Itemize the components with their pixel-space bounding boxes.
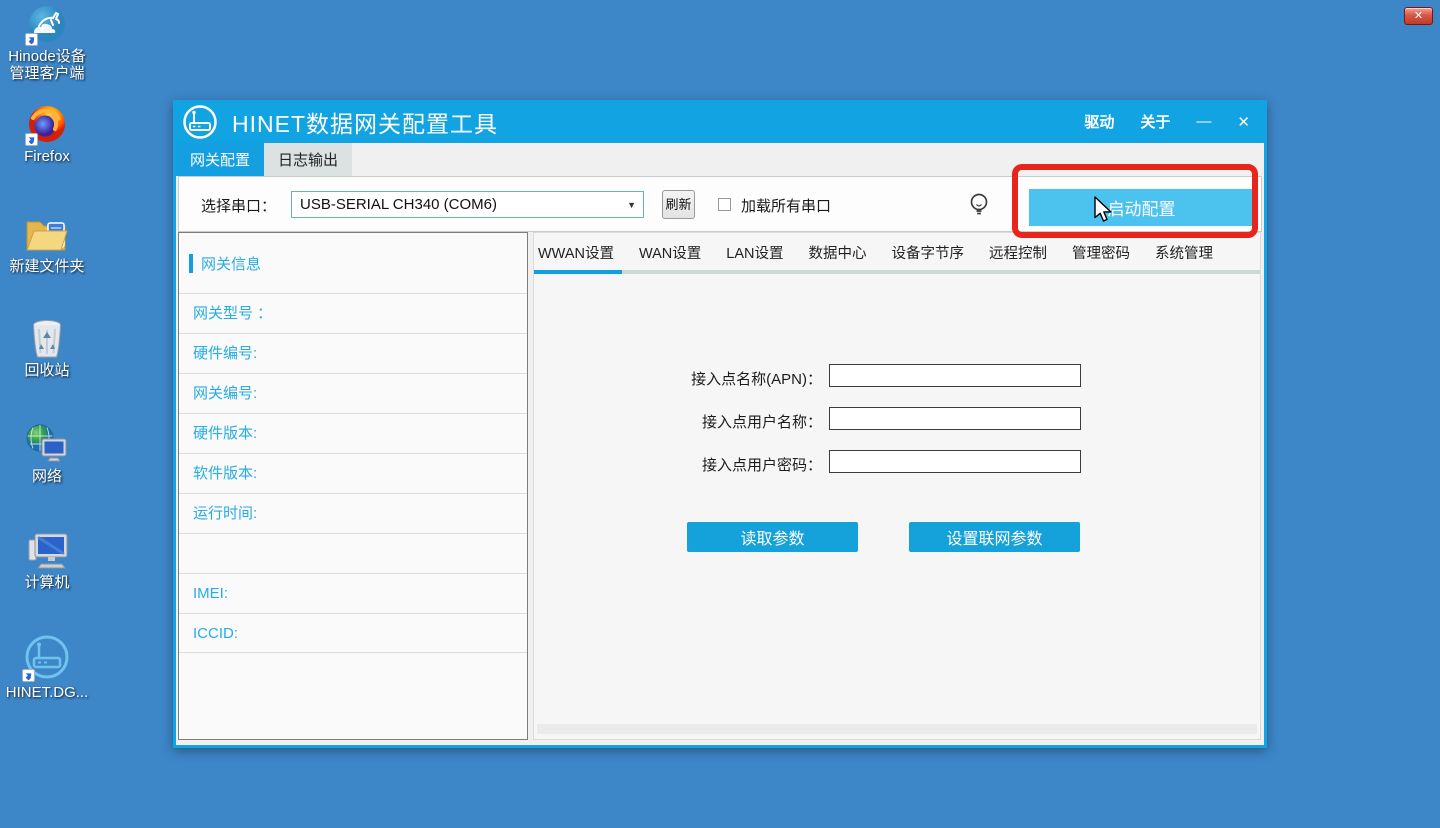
desktop-icon-firefox[interactable]: Firefox <box>0 104 94 165</box>
desktop-icon-label: Hinode设备 <box>0 48 94 65</box>
tab-remote-control[interactable]: 远程控制 <box>989 242 1047 263</box>
info-item-gw-no: 网关编号: <box>179 373 527 413</box>
info-item-uptime: 运行时间: <box>179 493 527 533</box>
about-menu-button[interactable]: 关于 <box>1140 111 1170 132</box>
tab-underline-track <box>534 270 1260 274</box>
computer-icon <box>27 530 67 570</box>
gateway-info-panel: 网关信息 网关型号 ： 硬件编号: 网关编号: 硬件版本: 软件版本: 运行时间… <box>178 232 528 740</box>
apn-password-label: 接入点用户密码： <box>592 454 822 475</box>
tab-byte-order[interactable]: 设备字节序 <box>892 242 965 263</box>
desktop-icon-label: 回收站 <box>0 362 94 379</box>
apn-name-label: 接入点名称(APN)： <box>592 368 822 389</box>
recycle-bin-icon <box>27 318 67 358</box>
apn-username-input[interactable] <box>829 407 1081 430</box>
tab-wan-settings[interactable]: WAN设置 <box>639 242 701 263</box>
start-config-button[interactable]: 启动配置 <box>1029 189 1254 226</box>
info-item-imei: IMEI: <box>179 573 527 613</box>
load-all-ports-checkbox[interactable] <box>718 198 731 211</box>
port-select-label: 选择串口： <box>201 195 276 216</box>
network-icon <box>25 424 69 464</box>
main-tab-bar: 网关配置 日志输出 <box>176 143 352 176</box>
info-item-blank <box>179 533 527 573</box>
config-tab-bar: WWAN设置 WAN设置 LAN设置 数据中心 设备字节序 远程控制 管理密码 … <box>538 242 1213 263</box>
info-item-hw-ver: 硬件版本: <box>179 413 527 453</box>
close-icon[interactable]: ✕ <box>1237 113 1250 131</box>
desktop-icon-label: 管理客户端 <box>0 65 94 82</box>
app-window: HINET数据网关配置工具 驱动 关于 — ✕ 网关配置 日志输出 选择串口： … <box>173 100 1267 748</box>
driver-menu-button[interactable]: 驱动 <box>1084 111 1114 132</box>
desktop-icon-network[interactable]: 网络 <box>0 424 94 485</box>
shortcut-arrow-icon <box>25 133 38 146</box>
tab-log-output[interactable]: 日志输出 <box>264 143 352 176</box>
desktop-icon-hinode-client[interactable]: Hinode设备 管理客户端 <box>0 4 94 82</box>
port-select-value: USB-SERIAL CH340 (COM6) <box>300 196 497 213</box>
chevron-down-icon: ▼ <box>627 200 636 210</box>
apn-password-input[interactable] <box>829 450 1081 473</box>
info-item-hw-no: 硬件编号: <box>179 333 527 373</box>
apn-username-label: 接入点用户名称： <box>592 411 822 432</box>
info-item-iccid: ICCID: <box>179 613 527 653</box>
tab-system-manage[interactable]: 系统管理 <box>1155 242 1213 263</box>
minimize-icon[interactable]: — <box>1196 113 1211 130</box>
lightbulb-icon[interactable] <box>968 192 990 225</box>
window-title: HINET数据网关配置工具 <box>232 105 498 139</box>
desktop-icon-recycle-bin[interactable]: 回收站 <box>0 318 94 379</box>
desktop-icon-label: HINET.DG... <box>0 684 94 701</box>
app-logo-icon <box>182 104 218 140</box>
set-network-params-button[interactable]: 设置联网参数 <box>909 522 1080 552</box>
desktop-icon-label: 新建文件夹 <box>0 258 94 275</box>
tab-active-underline <box>534 270 622 274</box>
apn-name-input[interactable] <box>829 364 1081 387</box>
tab-admin-password[interactable]: 管理密码 <box>1072 242 1130 263</box>
accent-bar <box>189 254 193 273</box>
hinode-client-icon <box>27 4 67 44</box>
read-params-button[interactable]: 读取参数 <box>687 522 858 552</box>
tab-lan-settings[interactable]: LAN设置 <box>726 242 783 263</box>
refresh-button[interactable]: 刷新 <box>662 190 695 219</box>
tab-data-center[interactable]: 数据中心 <box>809 242 867 263</box>
desktop-icon-label: 计算机 <box>0 574 94 591</box>
screen-close-button[interactable]: ✕ <box>1404 7 1433 25</box>
folder-icon <box>25 214 69 254</box>
config-panel: WWAN设置 WAN设置 LAN设置 数据中心 设备字节序 远程控制 管理密码 … <box>533 232 1261 740</box>
close-icon: ✕ <box>1414 10 1423 22</box>
hinet-dg-icon <box>24 634 70 680</box>
serial-toolbar: 选择串口： USB-SERIAL CH340 (COM6) ▼ 刷新 加载所有串… <box>178 176 1262 232</box>
gateway-info-header: 网关信息 <box>179 233 527 293</box>
shortcut-arrow-icon <box>25 33 38 46</box>
tab-wwan-settings[interactable]: WWAN设置 <box>538 242 614 263</box>
desktop-icon-computer[interactable]: 计算机 <box>0 530 94 591</box>
firefox-icon <box>27 104 67 144</box>
tab-gateway-config[interactable]: 网关配置 <box>176 143 264 176</box>
load-all-ports-label: 加载所有串口 <box>741 195 831 216</box>
info-item-sw-ver: 软件版本: <box>179 453 527 493</box>
port-select-dropdown[interactable]: USB-SERIAL CH340 (COM6) ▼ <box>291 191 644 218</box>
desktop-icon-label: 网络 <box>0 468 94 485</box>
info-item-model: 网关型号 ： <box>179 293 527 333</box>
shortcut-arrow-icon <box>22 669 35 682</box>
desktop-icon-new-folder[interactable]: 新建文件夹 <box>0 214 94 275</box>
titlebar: HINET数据网关配置工具 驱动 关于 — ✕ <box>176 100 1264 143</box>
desktop-icon-label: Firefox <box>0 148 94 165</box>
desktop-icon-hinet-dg[interactable]: HINET.DG... <box>0 634 94 701</box>
horizontal-scrollbar[interactable] <box>537 724 1257 734</box>
